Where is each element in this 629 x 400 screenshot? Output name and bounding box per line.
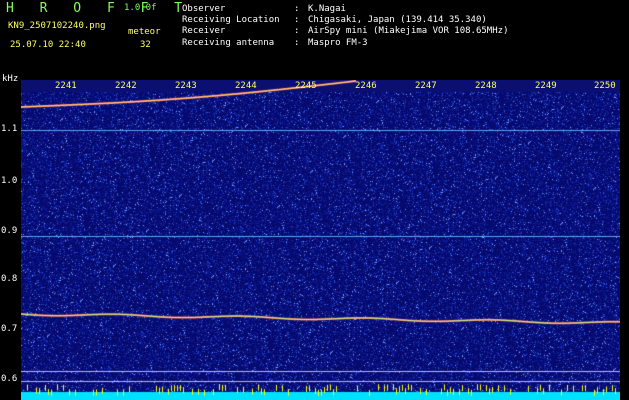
info-key: Receiving antenna (182, 37, 275, 48)
info-separator: : (294, 26, 300, 37)
info-key: Receiving Location (182, 15, 280, 26)
time-tick: 2245 (295, 81, 317, 91)
app-version: 1.0.0f (124, 3, 157, 13)
freq-tick: 0.8 (1, 274, 18, 284)
time-tick: 2244 (235, 81, 257, 91)
time-tick: 2246 (355, 81, 377, 91)
info-separator: : (294, 15, 300, 26)
app-name: H R O F F T (6, 1, 192, 16)
info-key: Observer (182, 4, 226, 14)
frequency-unit-label: kHz (2, 74, 19, 84)
info-row-observer: Observer : K.Nagai (182, 4, 508, 15)
time-tick: 2247 (415, 81, 437, 91)
freq-tick: 0.9 (1, 226, 18, 236)
info-separator: : (294, 37, 300, 48)
time-tick: 2241 (55, 81, 77, 91)
info-key: Receiver (182, 26, 226, 37)
info-value: K.Nagai (308, 4, 346, 14)
observation-datetime: 25.07.10 22:40 (10, 40, 86, 50)
time-tick: 2250 (594, 81, 616, 91)
image-filename: KN9_2507102240.png (8, 21, 106, 31)
info-row-receiver: Receiver : AirSpy mini (Miakejima VOR 10… (182, 26, 508, 37)
info-row-location: Receiving Location : Chigasaki, Japan (1… (182, 15, 508, 26)
freq-tick: 1.0 (1, 176, 18, 186)
freq-tick: 0.6 (1, 374, 18, 384)
meteor-count-value: 32 (140, 40, 151, 50)
info-value: Chigasaki, Japan (139.414 35.340) (308, 15, 487, 26)
right-margin (620, 80, 629, 400)
time-tick: 2249 (535, 81, 557, 91)
freq-tick: 1.1 (1, 124, 18, 134)
time-tick: 2248 (475, 81, 497, 91)
hroft-window: H R O F F T 1.0.0f KN9_2507102240.png me… (0, 0, 629, 400)
info-separator: : (294, 4, 300, 14)
time-tick: 2242 (115, 81, 137, 91)
freq-tick: 0.7 (1, 324, 18, 334)
spectrogram (21, 80, 620, 400)
info-value: AirSpy mini (Miakejima VOR 108.65MHz) (308, 26, 509, 37)
info-value: Maspro FM-3 (308, 37, 368, 48)
info-row-antenna: Receiving antenna : Maspro FM-3 (182, 38, 508, 49)
meteor-count-label: meteor (128, 27, 161, 37)
time-tick: 2243 (175, 81, 197, 91)
observation-info: Observer : K.Nagai Receiving Location : … (182, 4, 508, 49)
